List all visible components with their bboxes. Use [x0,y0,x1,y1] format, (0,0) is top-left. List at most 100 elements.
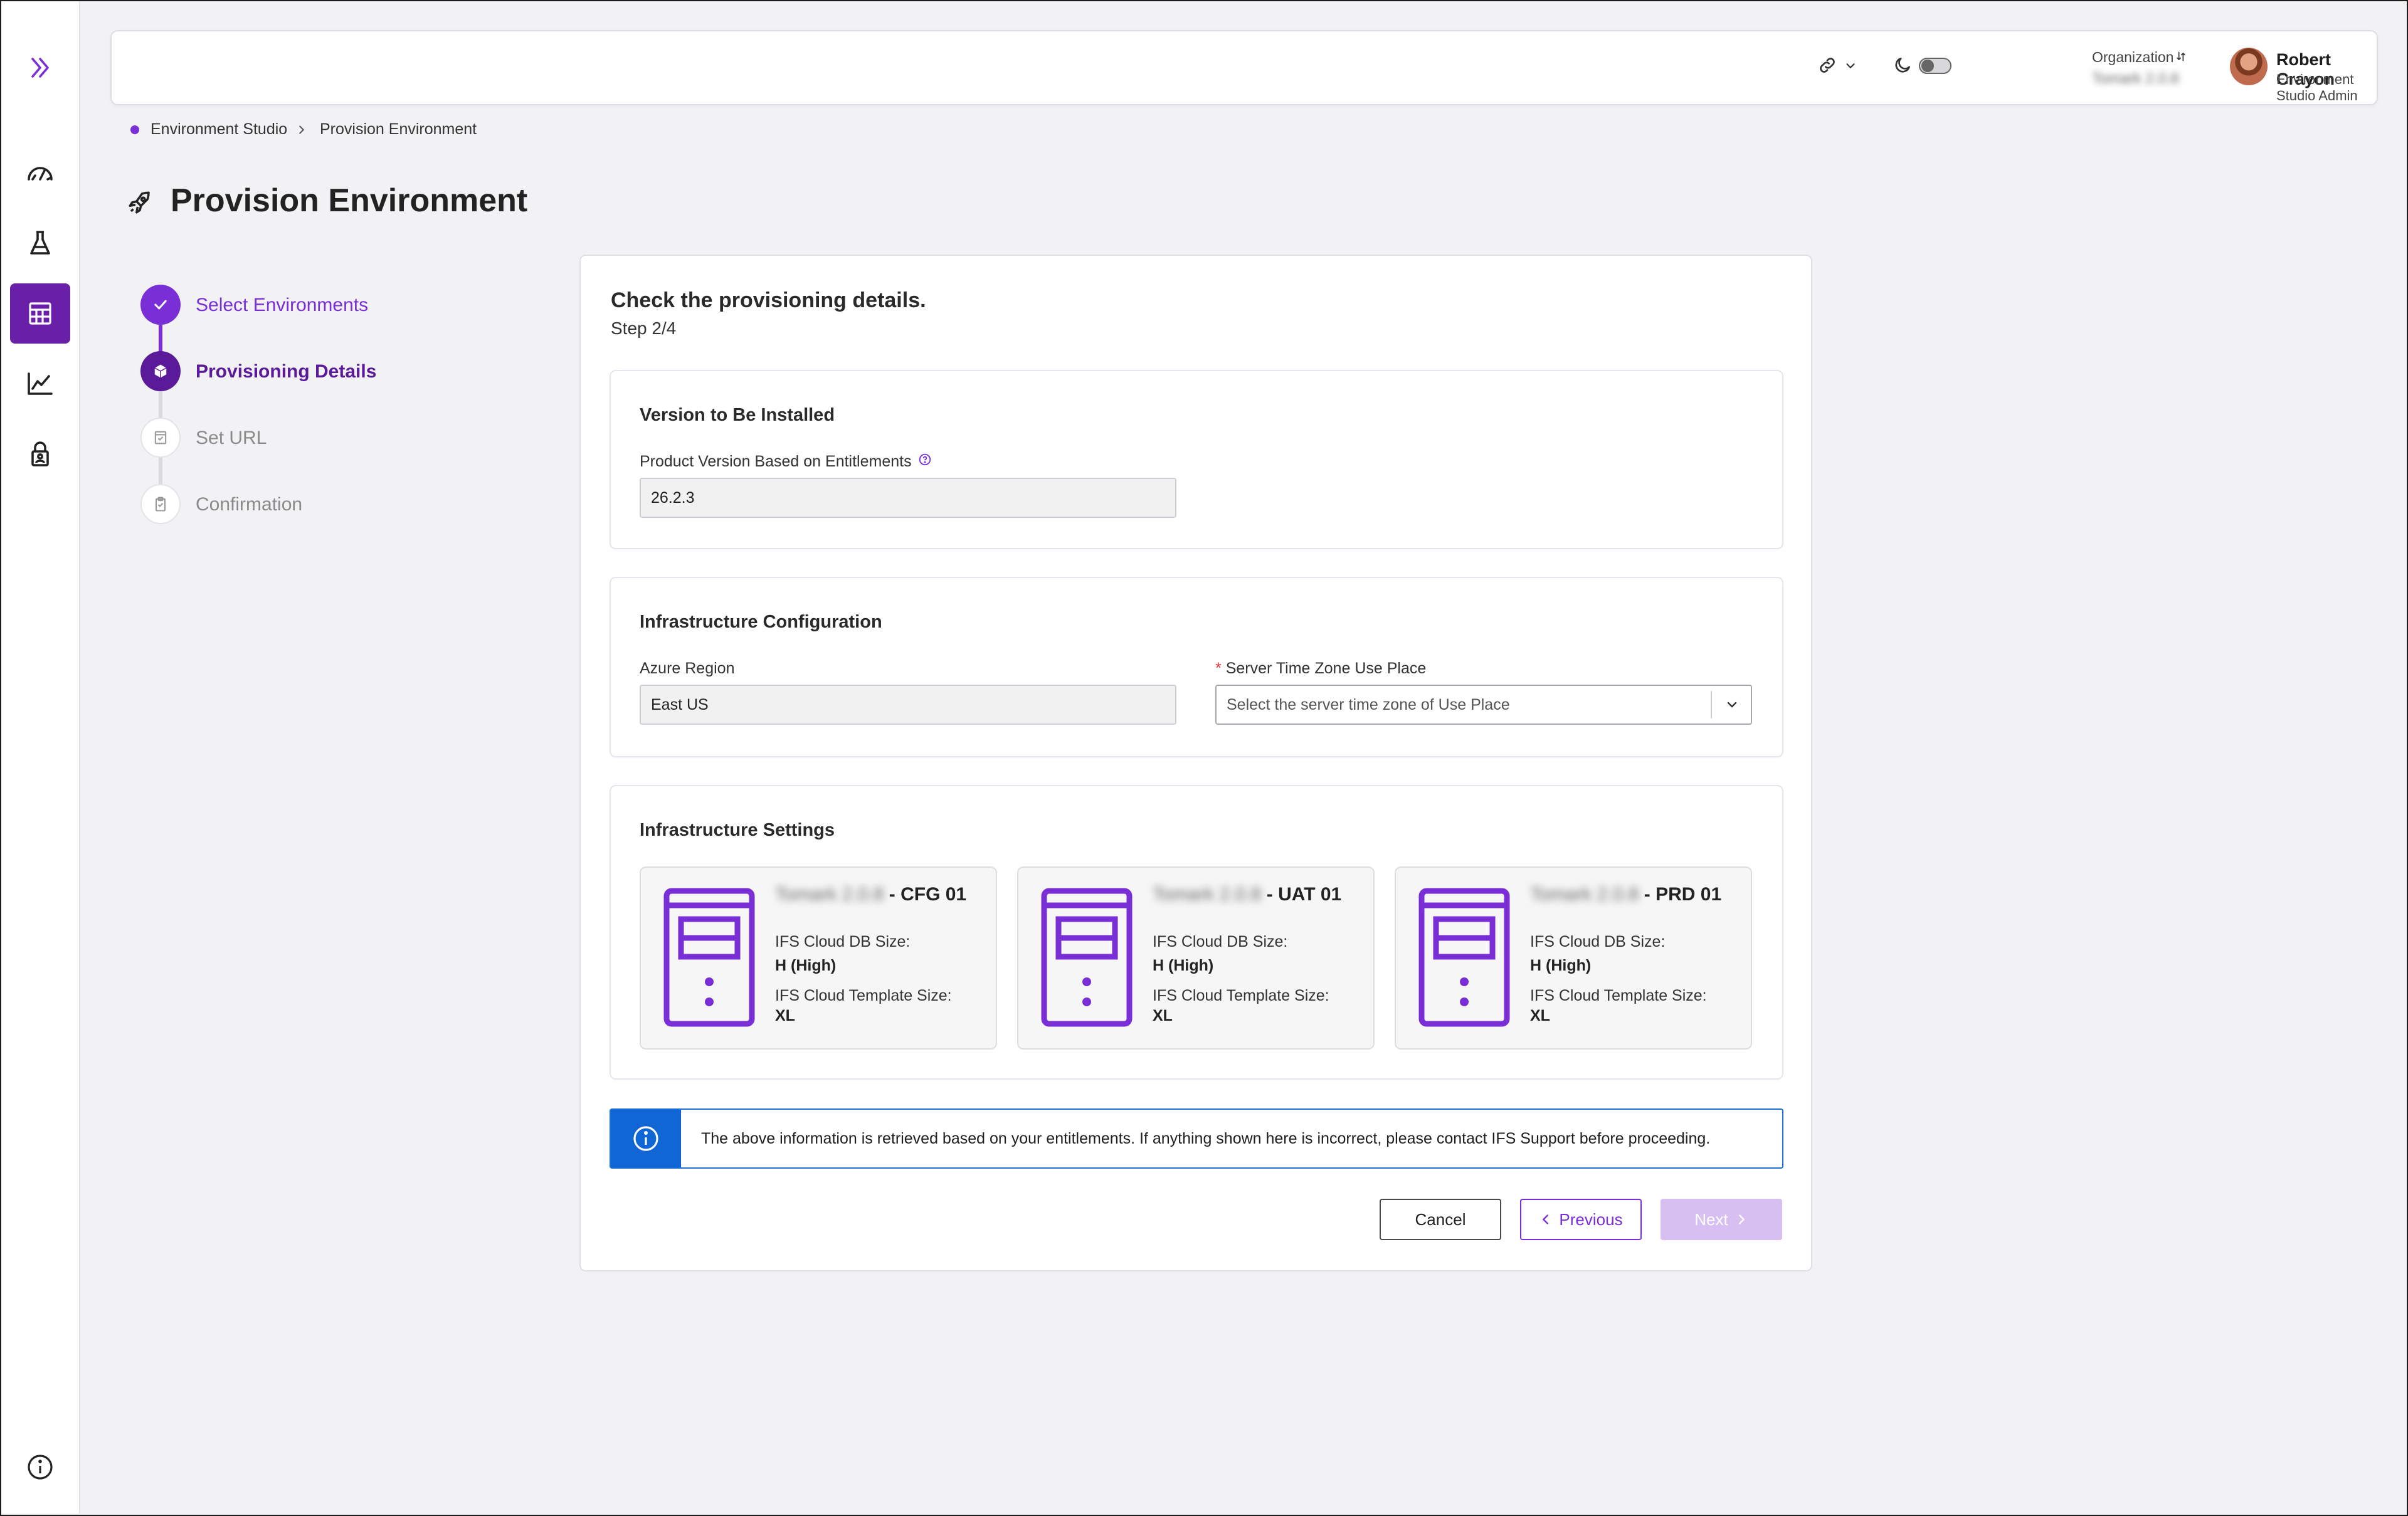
step-2-label: Provisioning Details [196,361,377,382]
product-version-field: 26.2.3 [640,478,1176,518]
cube-icon [154,364,167,379]
swap-icon[interactable] [2175,50,2187,63]
server-icon [1041,888,1133,1027]
env-name: Tomark 2.0.8 - CFG 01 [775,884,966,905]
version-section-title: Version to Be Installed [640,405,835,425]
previous-button[interactable]: Previous [1520,1199,1642,1240]
link-icon[interactable] [1817,55,1837,75]
step-2-circle [140,351,181,391]
db-size-label: IFS Cloud DB Size: [1530,933,1666,950]
env-card-cfg: Tomark 2.0.8 - CFG 01 IFS Cloud DB Size:… [640,866,997,1050]
template-size-label: IFS Cloud Template Size: [775,987,952,1004]
organization-selector[interactable]: Tomark 2.0.8 [2092,70,2179,88]
next-label: Next [1694,1209,1728,1229]
user-role: Environment Studio Admin [2276,71,2358,103]
rail-item-analytics[interactable] [10,354,70,414]
env-name-prefix: Tomark 2.0.8 [1530,884,1639,905]
rail-item-labs[interactable] [10,213,70,273]
chevron-down-icon[interactable] [1844,59,1857,73]
env-name-prefix: Tomark 2.0.8 [1153,884,1262,905]
card-title: Check the provisioning details. [611,288,926,312]
server-icon [663,888,755,1027]
line-chart-icon [28,372,53,395]
chevrons-right-icon [31,58,49,78]
next-button[interactable]: Next [1661,1199,1782,1240]
timezone-select[interactable]: Select the server time zone of Use Place [1215,685,1752,725]
info-icon [633,1126,658,1151]
page-title: Provision Environment [171,182,528,219]
rail-item-security[interactable] [10,424,70,484]
step-4-circle [140,484,181,524]
template-size-value: XL [775,1007,795,1024]
server-icon [1418,888,1510,1027]
step-connector [159,456,162,487]
step-4-label: Confirmation [196,494,303,515]
env-card-uat: Tomark 2.0.8 - UAT 01 IFS Cloud DB Size:… [1017,866,1375,1050]
step-3-label: Set URL [196,428,267,448]
env-card-prd: Tomark 2.0.8 - PRD 01 IFS Cloud DB Size:… [1395,866,1752,1050]
rocket-icon [129,191,150,214]
timezone-label: * Server Time Zone Use Place [1215,660,1426,678]
expand-rail-button[interactable] [10,38,70,98]
step-counter: Step 2/4 [611,318,677,338]
grid-calendar-icon [29,302,51,325]
web-page-icon [154,431,167,445]
env-name: Tomark 2.0.8 - UAT 01 [1153,884,1341,905]
db-size-label: IFS Cloud DB Size: [775,933,911,950]
template-size-value: XL [1153,1007,1173,1024]
checkmark-icon [154,300,167,310]
db-size-value: H (High) [1530,957,1592,974]
template-size-label: IFS Cloud Template Size: [1153,987,1329,1004]
env-name-prefix: Tomark 2.0.8 [775,884,884,905]
infra-config-section [610,577,1783,757]
info-banner-text: The above information is retrieved based… [701,1130,1711,1147]
step-3-circle [140,418,181,458]
help-icon[interactable] [918,453,932,466]
required-mark: * [1215,660,1222,677]
rail-info-button[interactable] [10,1437,70,1497]
toggle-knob [1921,60,1934,72]
select-divider [1711,691,1712,719]
env-name: Tomark 2.0.8 - PRD 01 [1530,884,1721,905]
cancel-label: Cancel [1415,1209,1466,1229]
timezone-label-text: Server Time Zone Use Place [1225,660,1427,677]
timezone-placeholder: Select the server time zone of Use Place [1227,695,1510,713]
chevron-right-icon [299,125,305,134]
env-name-suffix: - PRD 01 [1644,884,1722,905]
clipboard-check-icon [155,497,166,512]
breadcrumb-dot-icon [130,125,139,134]
db-size-value: H (High) [1153,957,1214,974]
step-connector [159,324,162,354]
lock-person-icon [31,441,49,466]
rail-item-dashboard[interactable] [10,143,70,203]
left-rail [1,1,80,1513]
gauge-icon [28,167,53,181]
info-icon [28,1455,53,1480]
step-1-label[interactable]: Select Environments [196,295,368,316]
previous-label: Previous [1559,1209,1623,1229]
avatar[interactable] [2230,48,2268,85]
chevron-left-icon [1543,1214,1549,1224]
infra-config-title: Infrastructure Configuration [640,612,882,632]
info-banner-icon-area [611,1110,681,1167]
dark-mode-toggle[interactable] [1919,58,1951,74]
template-size-value: XL [1530,1007,1550,1024]
moon-icon [1895,58,1910,73]
env-name-suffix: - CFG 01 [889,884,967,905]
infra-settings-title: Infrastructure Settings [640,820,835,840]
flask-icon [30,231,50,255]
product-version-label: Product Version Based on Entitlements [640,453,912,470]
env-name-suffix: - UAT 01 [1266,884,1342,905]
step-1-circle[interactable] [140,285,181,325]
step-connector [159,390,162,420]
db-size-value: H (High) [775,957,837,974]
azure-region-field: East US [640,685,1176,725]
chevron-down-icon [1727,702,1737,708]
template-size-label: IFS Cloud Template Size: [1530,987,1707,1004]
chevron-right-icon [1738,1214,1745,1224]
breadcrumb-current: Provision Environment [320,120,477,138]
cancel-button[interactable]: Cancel [1380,1199,1501,1240]
rail-item-environments[interactable] [10,283,70,344]
organization-label: Organization [2092,49,2174,65]
breadcrumb-root[interactable]: Environment Studio [150,120,287,139]
